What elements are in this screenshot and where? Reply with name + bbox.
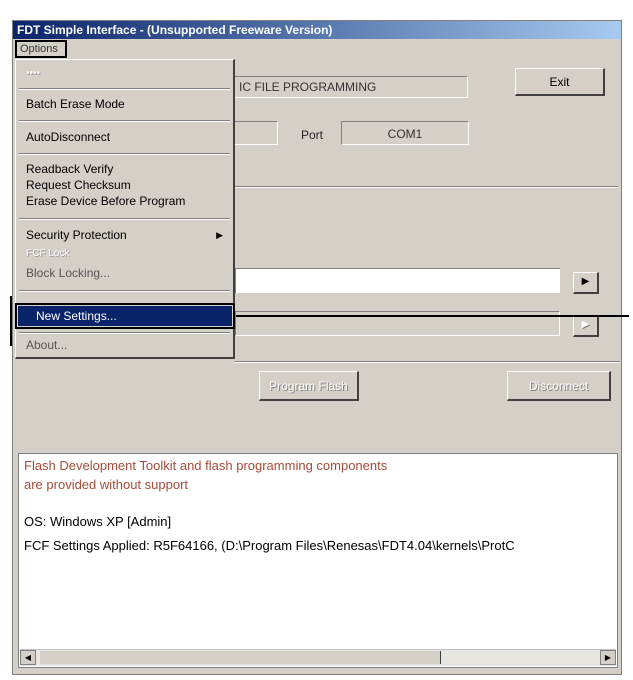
options-dropdown: •••• Batch Erase Mode AutoDisconnect Rea… [15,59,235,359]
divider [228,186,618,188]
menu-item-batch-erase[interactable]: Batch Erase Mode [26,97,125,111]
port-field[interactable]: COM1 [341,121,469,145]
port-value: COM1 [387,127,423,141]
menu-separator [19,153,230,155]
log-output[interactable]: Flash Development Toolkit and flash prog… [18,453,618,668]
port-label: Port [301,128,324,142]
program-flash-button: Program Flash [259,371,359,401]
mode-text: IC FILE PROGRAMMING [239,80,377,94]
menu-item-hidden: •••• [26,68,41,79]
menu-separator [19,290,230,292]
second-arrow-button: ▶ [573,315,599,337]
window-title: FDT Simple Interface - (Unsupported Free… [13,21,621,39]
menu-separator [19,218,230,220]
scroll-right-icon[interactable]: ▶ [600,650,616,665]
horizontal-scrollbar[interactable]: ◀ ▶ [20,649,616,666]
menu-options[interactable]: Options [15,40,67,58]
menu-item-request-checksum[interactable]: Request Checksum [26,178,131,192]
menu-item-new-settings[interactable]: New Settings... [15,303,235,329]
log-line-3: OS: Windows XP [Admin] [24,514,172,529]
exit-button[interactable]: Exit [515,68,605,96]
menu-separator [19,88,230,90]
fdt-window: FDT Simple Interface - (Unsupported Free… [12,20,622,675]
menu-item-about[interactable]: About... [26,338,67,352]
scroll-thumb[interactable] [40,651,441,664]
menu-item-block-locking[interactable]: Block Locking... [26,266,110,280]
menu-item-fcf-lock: FCF Lock [26,248,70,259]
menu-separator [19,332,230,334]
mode-field: IC FILE PROGRAMMING [228,76,468,98]
device-field [228,121,278,145]
file-path-input[interactable] [235,268,560,293]
menu-item-readback-verify[interactable]: Readback Verify [26,162,113,176]
annotation-line [236,315,629,317]
scroll-left-icon[interactable]: ◀ [20,650,36,665]
log-line-2: are provided without support [24,477,189,492]
annotation-bracket [10,296,12,346]
browse-arrow-button[interactable]: ▶ [573,272,599,294]
disconnect-button: Disconnect [507,371,611,401]
log-line-1: Flash Development Toolkit and flash prog… [24,458,388,473]
menu-item-security-protection[interactable]: Security Protection [26,228,127,242]
menubar: Options [13,39,621,59]
menu-item-autodisconnect[interactable]: AutoDisconnect [26,130,110,144]
divider-2 [235,361,620,363]
menu-item-erase-before-program[interactable]: Erase Device Before Program [26,194,185,208]
submenu-arrow-icon: ▶ [216,230,223,240]
log-line-4: FCF Settings Applied: R5F64166, (D:\Prog… [24,538,515,553]
menu-separator [19,120,230,122]
